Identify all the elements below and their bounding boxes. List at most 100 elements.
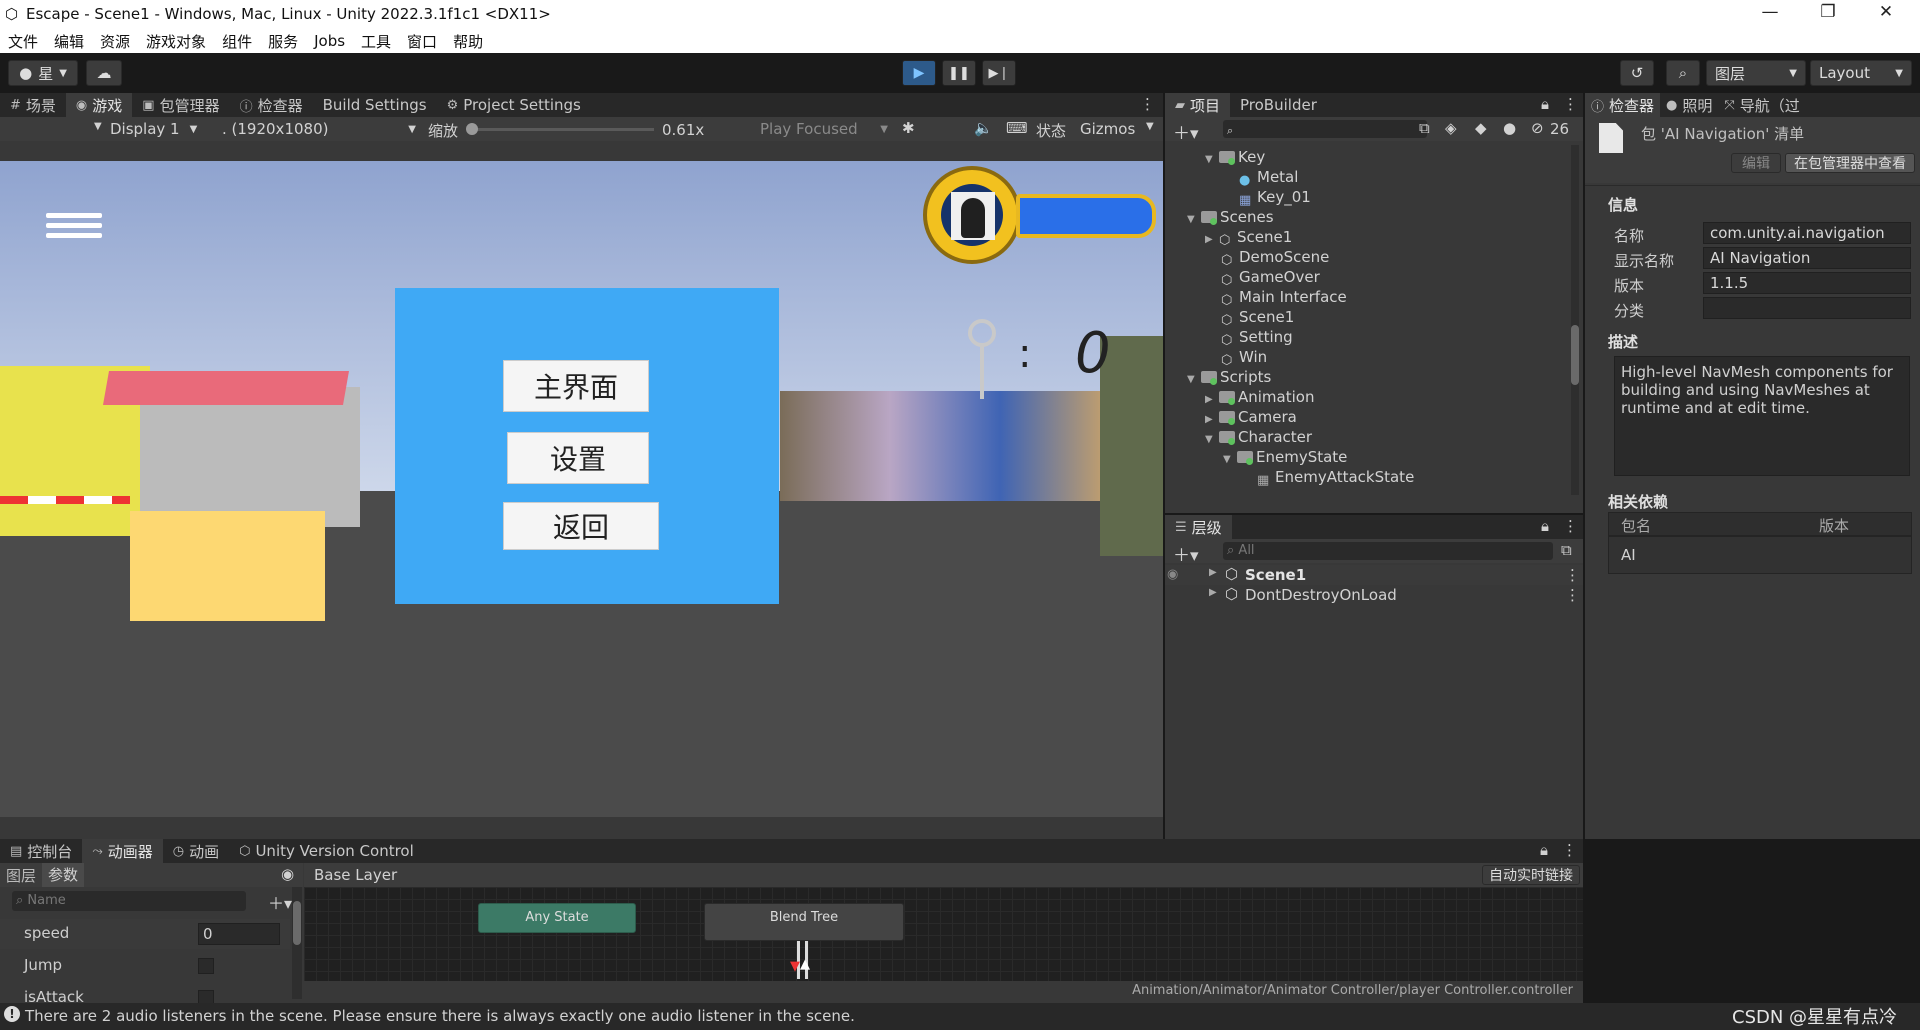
menu-tools[interactable]: 工具 <box>361 31 391 52</box>
subtab-layers[interactable]: 图层 <box>0 865 42 886</box>
blend-tree-node[interactable]: Blend Tree <box>704 903 904 941</box>
menu-jobs[interactable]: Jobs <box>314 32 345 50</box>
maximize-icon[interactable]: ❐ <box>1800 2 1856 22</box>
edit-button[interactable]: 编辑 <box>1731 153 1781 173</box>
stats-button[interactable]: 状态 <box>1036 120 1066 141</box>
expand-arrow-icon[interactable]: ▶ <box>1209 567 1217 578</box>
main-menu-button[interactable]: 主界面 <box>503 360 649 412</box>
breadcrumb[interactable]: Base Layer <box>314 866 397 884</box>
account-dropdown[interactable]: ● 星 ▼ <box>8 60 78 86</box>
add-icon[interactable]: ＋▾ <box>1173 119 1199 144</box>
menu-services[interactable]: 服务 <box>268 31 298 52</box>
warning-icon[interactable]: ● <box>1503 119 1516 137</box>
tab-animator[interactable]: ⤳ 动画器 <box>82 839 163 863</box>
gizmos-button[interactable]: Gizmos <box>1080 120 1135 138</box>
parameter-float-input[interactable]: 0 <box>198 923 280 945</box>
tab-probuilder[interactable]: ProBuilder <box>1230 93 1327 117</box>
lock-icon[interactable]: 🔒︎ <box>1541 95 1549 113</box>
tree-item-character[interactable]: ▼ Character <box>1205 427 1312 447</box>
tab-console[interactable]: ▤ 控制台 <box>0 839 82 863</box>
display-dropdown[interactable]: Display 1 ▼ <box>110 117 218 141</box>
project-scrollbar[interactable] <box>1571 145 1579 495</box>
bug-icon[interactable]: ✱ <box>902 119 915 137</box>
parameter-row[interactable]: speed 0 <box>0 919 290 949</box>
tree-item-scene1-folder[interactable]: ▶ ⬡ Scene1 <box>1205 227 1292 248</box>
lock-icon[interactable]: 🔒︎ <box>1541 517 1549 535</box>
close-icon[interactable]: ✕ <box>1858 2 1914 22</box>
tab-animation[interactable]: ◷ 动画 <box>163 839 229 863</box>
tab-hierarchy[interactable]: ☰ 层级 <box>1165 515 1232 539</box>
menu-help[interactable]: 帮助 <box>453 31 483 52</box>
history-button[interactable]: ↺ <box>1620 60 1654 86</box>
field-value-category[interactable] <box>1703 297 1911 319</box>
tree-item-scripts[interactable]: ▼ Scripts <box>1187 367 1271 387</box>
filter-label-icon[interactable]: ◆ <box>1475 119 1487 137</box>
parameter-row[interactable]: isAttack <box>0 983 290 1003</box>
add-icon[interactable]: ＋▾ <box>1173 541 1199 566</box>
tab-package-manager[interactable]: ▣ 包管理器 <box>132 93 229 117</box>
any-state-node[interactable]: Any State <box>478 903 636 933</box>
more-icon[interactable]: ⋮ <box>1563 95 1578 113</box>
game-view[interactable]: : 0 主界面 设置 返回 <box>0 161 1163 817</box>
tree-item-win[interactable]: ⬡ Win <box>1221 347 1267 368</box>
tree-item-scene1[interactable]: ⬡ Scene1 <box>1221 307 1294 328</box>
layout-dropdown[interactable]: Layout ▼ <box>1810 60 1912 86</box>
play-mode-dropdown[interactable]: Play Focused ▼ <box>760 117 888 141</box>
hierarchy-row[interactable]: ◉ ▶ ⬡ Scene1 ⋮ <box>1165 565 1583 585</box>
parameter-row[interactable]: Jump <box>0 951 290 981</box>
more-icon[interactable]: ⋮ <box>1140 95 1155 113</box>
tree-item-main-interface[interactable]: ⬡ Main Interface <box>1221 287 1347 308</box>
audio-mute-icon[interactable]: 🔈 <box>974 119 993 137</box>
more-icon[interactable]: ⋮ <box>1562 841 1577 859</box>
search-scope-icon[interactable]: ⧉ <box>1561 541 1572 559</box>
step-button[interactable]: ▶❘ <box>982 60 1016 86</box>
cloud-button[interactable]: ☁ <box>86 60 122 86</box>
add-parameter-icon[interactable]: ＋▾ <box>268 890 292 914</box>
field-value-name[interactable]: com.unity.ai.navigation <box>1703 222 1911 244</box>
tree-item-setting[interactable]: ⬡ Setting <box>1221 327 1293 348</box>
menu-file[interactable]: 文件 <box>8 31 38 52</box>
menu-window[interactable]: 窗口 <box>407 31 437 52</box>
field-value-version[interactable]: 1.1.5 <box>1703 272 1911 294</box>
scale-slider-track[interactable] <box>468 128 654 131</box>
tree-item-key[interactable]: ▼ Key <box>1205 147 1265 167</box>
hidden-icon[interactable]: ⊘ <box>1531 119 1544 137</box>
project-search-input[interactable]: ⌕ <box>1223 120 1427 138</box>
view-in-package-manager-button[interactable]: 在包管理器中查看 <box>1785 153 1915 173</box>
hierarchy-row[interactable]: ▶ ⬡ DontDestroyOnLoad ⋮ <box>1165 585 1583 605</box>
tree-item-enemystate[interactable]: ▼ EnemyState <box>1223 447 1347 467</box>
play-button[interactable]: ▶ <box>902 60 936 86</box>
chevron-down-icon[interactable]: ▼ <box>1146 121 1154 132</box>
subtab-parameters[interactable]: 参数 <box>42 863 85 887</box>
sidebar-scrollbar-thumb[interactable] <box>293 901 301 945</box>
visibility-eye-icon[interactable]: ◉ <box>1167 567 1178 582</box>
tree-item-scenes[interactable]: ▼ Scenes <box>1187 207 1274 227</box>
search-scope-icon[interactable]: ⧉ <box>1419 119 1430 137</box>
more-icon[interactable]: ⋮ <box>1563 517 1578 535</box>
chevron-down-icon[interactable]: ▼ <box>94 121 102 132</box>
eye-icon[interactable]: ◉ <box>281 865 294 883</box>
status-bar[interactable]: ! There are 2 audio listeners in the sce… <box>0 1003 1920 1030</box>
project-scrollbar-thumb[interactable] <box>1571 325 1579 385</box>
filter-type-icon[interactable]: ◈ <box>1445 119 1457 137</box>
settings-button[interactable]: 设置 <box>507 432 649 484</box>
back-button[interactable]: 返回 <box>503 502 659 550</box>
minimize-icon[interactable]: — <box>1742 2 1798 22</box>
tab-inspector[interactable]: ⓘ 检查器 <box>230 93 313 117</box>
tab-project[interactable]: ▰ 项目 <box>1165 93 1231 117</box>
tab-navigation[interactable]: ⤧ 导航（过 <box>1718 93 1805 117</box>
tab-inspector-main[interactable]: ⓘ 检查器 <box>1585 93 1661 117</box>
tree-item-camera[interactable]: ▶ Camera <box>1205 407 1297 427</box>
hamburger-menu-icon[interactable] <box>46 213 102 243</box>
hierarchy-search-input[interactable]: ⌕ All <box>1223 542 1553 560</box>
pause-button[interactable]: ❚❚ <box>942 60 976 86</box>
tree-item-animation[interactable]: ▶ Animation <box>1205 387 1314 407</box>
sidebar-scrollbar[interactable] <box>292 887 302 999</box>
tab-build-settings[interactable]: Build Settings <box>313 93 437 117</box>
more-icon[interactable]: ⋮ <box>1565 566 1580 584</box>
parameter-search-input[interactable]: ⌕ Name <box>12 891 246 911</box>
tab-lighting[interactable]: ● 照明 <box>1660 93 1718 117</box>
tree-item-gameover[interactable]: ⬡ GameOver <box>1221 267 1320 288</box>
parameter-trigger-checkbox[interactable] <box>198 990 214 1003</box>
tab-game[interactable]: ◉ 游戏 <box>65 93 133 117</box>
